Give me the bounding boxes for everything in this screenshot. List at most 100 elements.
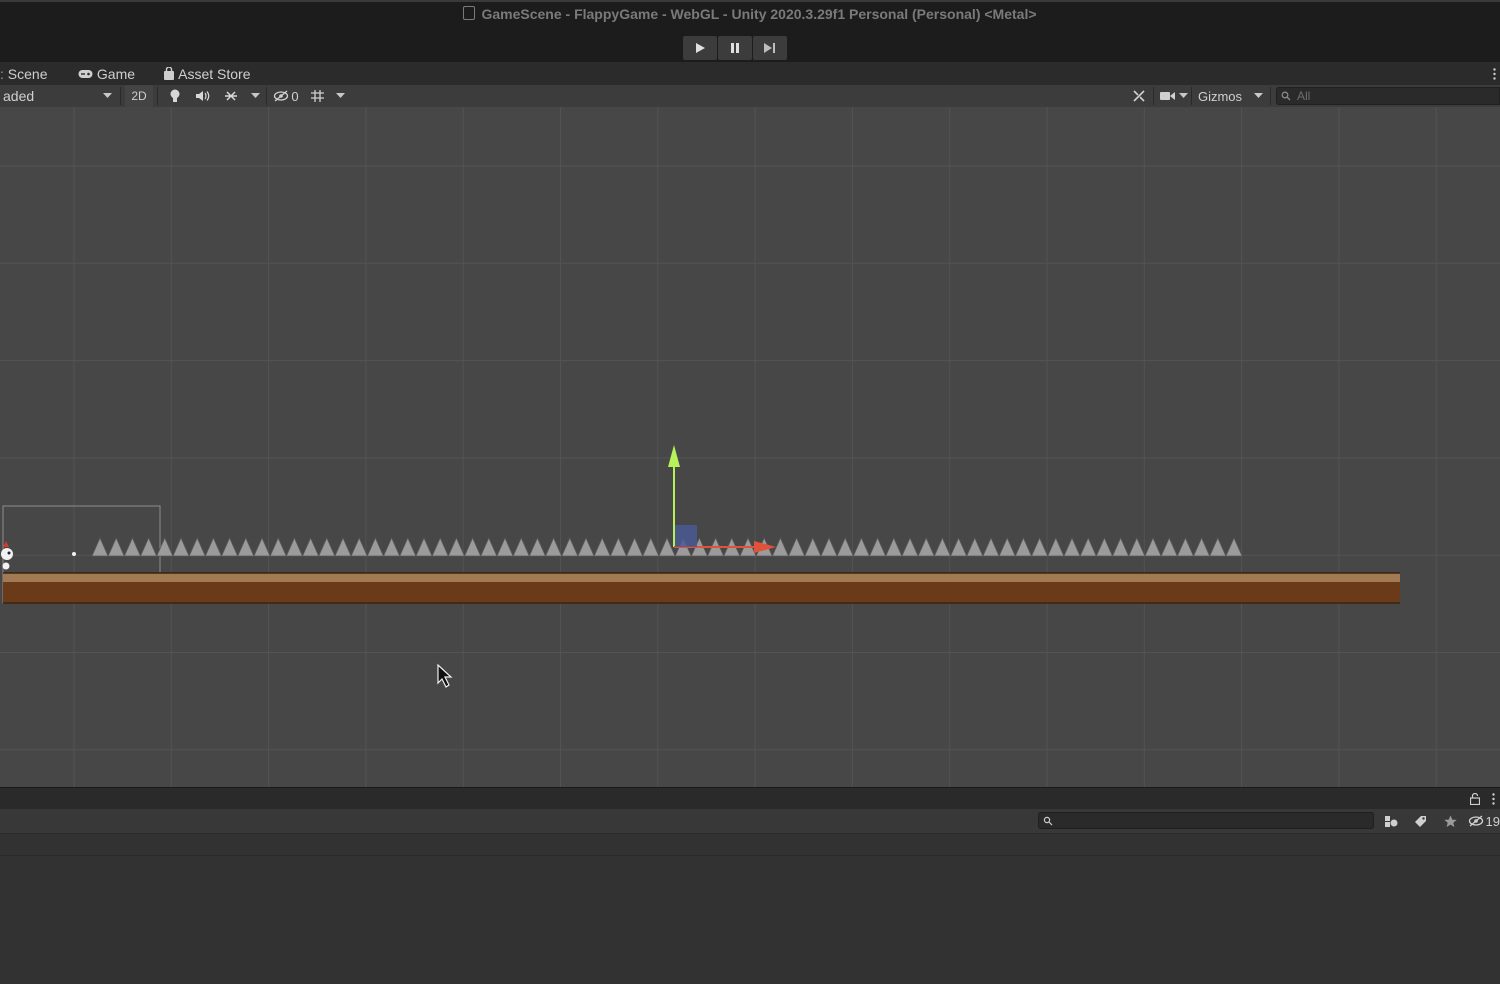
hidden-packages-toggle[interactable]: 19 (1468, 811, 1500, 831)
scene-canvas[interactable] (0, 107, 1500, 787)
move-gizmo-plane-handle[interactable] (675, 525, 697, 547)
step-button[interactable] (753, 36, 787, 60)
play-icon (696, 43, 705, 53)
spike (253, 537, 271, 557)
spike (933, 537, 952, 557)
spike (415, 537, 433, 557)
chevron-down-icon (1178, 93, 1188, 98)
spike (496, 537, 514, 557)
mouse-cursor-icon (437, 663, 453, 688)
spike (1225, 537, 1243, 557)
spike (528, 537, 547, 557)
wrench-icon (1133, 90, 1145, 102)
spike (804, 537, 822, 557)
effects-dropdown[interactable] (247, 85, 263, 107)
move-gizmo[interactable] (668, 445, 776, 553)
more-vertical-icon[interactable] (1492, 793, 1495, 805)
small-sprite (72, 552, 76, 556)
tab-asset-store[interactable]: Asset Store (163, 66, 251, 82)
pause-button[interactable] (718, 36, 752, 60)
spike (544, 537, 563, 557)
spike (123, 537, 142, 557)
scene-toolbar: aded 2D 0 Gizmos All (0, 85, 1500, 108)
spike (885, 537, 903, 557)
spike (382, 537, 401, 557)
gizmos-button[interactable]: Gizmos (1194, 85, 1246, 107)
eye-slash-icon (1468, 815, 1484, 827)
effects-toggle[interactable] (219, 85, 243, 107)
spike (188, 537, 206, 557)
bottom-panel-divider (0, 855, 1500, 856)
play-button[interactable] (683, 36, 717, 60)
spike (998, 537, 1016, 557)
favorites-button[interactable] (1439, 811, 1461, 831)
spike (1079, 537, 1097, 557)
tab-game[interactable]: Game (78, 66, 135, 82)
scene-grid (0, 107, 1500, 787)
panel-menu-button[interactable] (1493, 67, 1496, 80)
toolbar-divider (266, 87, 267, 105)
camera-settings-button[interactable] (1157, 85, 1177, 107)
more-vertical-icon (1493, 68, 1496, 80)
filter-by-type-button[interactable] (1380, 811, 1402, 831)
spike (836, 537, 854, 557)
spike (334, 537, 352, 557)
spike (172, 537, 190, 557)
audio-toggle[interactable] (191, 85, 215, 107)
spike (901, 537, 919, 557)
spike (1209, 537, 1227, 557)
tools-button[interactable] (1127, 85, 1151, 107)
spike (350, 537, 368, 557)
tab-scene[interactable]: : Scene (0, 66, 47, 82)
spike (577, 537, 595, 557)
spike (431, 537, 449, 557)
camera-dropdown[interactable] (1177, 85, 1189, 107)
spike (642, 537, 660, 557)
grid-toggle[interactable] (305, 85, 329, 107)
chevron-down-icon (335, 93, 345, 98)
search-icon (1043, 816, 1053, 826)
scene-icon: : (0, 66, 4, 82)
lighting-toggle[interactable] (163, 85, 187, 107)
camera-icon (1159, 92, 1175, 100)
spike (949, 537, 968, 557)
spike (1111, 537, 1130, 557)
spike (107, 537, 125, 557)
spike (1030, 537, 1049, 557)
eye-slash-icon (274, 90, 289, 102)
spike (1047, 537, 1065, 557)
hierarchy-search-input[interactable]: All (1276, 87, 1500, 105)
scene-view[interactable] (0, 107, 1500, 787)
toggle-2d-button[interactable]: 2D (125, 85, 153, 107)
spike (1095, 537, 1114, 557)
spike (1144, 537, 1162, 557)
toolbar-divider (1270, 87, 1271, 105)
toolbar-divider (1191, 87, 1192, 105)
spike (237, 537, 255, 557)
light-bulb-icon (170, 89, 180, 102)
play-controls (683, 36, 787, 60)
shapes-icon (1385, 816, 1398, 827)
spike (625, 537, 644, 557)
tab-bar: : Scene Game Asset Store (0, 62, 1500, 85)
grid-dropdown[interactable] (332, 85, 348, 107)
move-gizmo-y-arrow[interactable] (668, 445, 680, 467)
draw-mode-dropdown[interactable]: aded (0, 85, 118, 107)
bottom-panel-header (0, 787, 1500, 810)
gizmos-dropdown[interactable] (1249, 85, 1267, 107)
spike (820, 537, 838, 557)
document-icon (463, 6, 476, 20)
spike (966, 537, 984, 557)
spike (982, 537, 1000, 557)
filter-by-label-button[interactable] (1409, 811, 1431, 831)
spike (1063, 537, 1081, 557)
spike (91, 537, 109, 557)
pause-icon (731, 43, 739, 53)
spike (512, 537, 530, 557)
project-search-input[interactable] (1038, 812, 1374, 829)
scene-visibility-toggle[interactable]: 0 (270, 85, 302, 107)
lock-icon[interactable] (1470, 793, 1480, 805)
spike (609, 537, 628, 557)
spike (447, 537, 466, 557)
shopping-bag-icon (164, 66, 174, 80)
